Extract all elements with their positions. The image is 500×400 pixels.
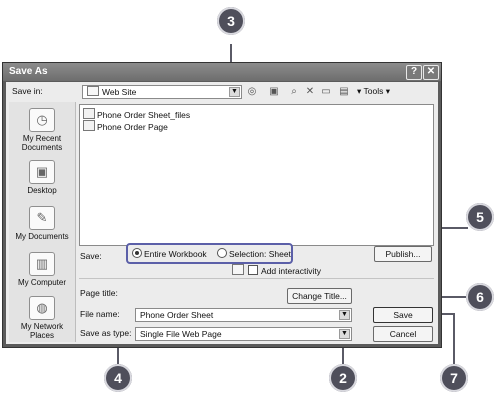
list-item[interactable]: Phone Order Sheet_files [83, 108, 190, 120]
dialog-title: Save As [3, 63, 441, 81]
save-as-type-label: Save as type: [80, 328, 132, 338]
radio-unselected-icon [217, 248, 227, 258]
chevron-down-icon[interactable]: ▼ [339, 310, 350, 320]
save-in-label: Save in: [12, 86, 43, 96]
chevron-down-icon[interactable]: ▼ [339, 329, 350, 339]
network-places-icon: ◍ [29, 296, 55, 320]
search-web-icon[interactable]: ⌕ [288, 86, 300, 97]
chevron-down-icon[interactable]: ▼ [229, 87, 240, 97]
callout-7: 7 [440, 364, 468, 392]
callout-2: 2 [329, 364, 357, 392]
checkbox-icon [248, 265, 258, 275]
radio-label: Selection: Sheet [229, 249, 291, 259]
callout-4: 4 [104, 364, 132, 392]
delete-icon[interactable]: ✕ [304, 86, 316, 97]
callout-6: 6 [466, 283, 494, 311]
folder-icon [87, 86, 99, 96]
web-preview-icon [232, 264, 244, 275]
place-my-computer[interactable]: ▥ My Computer [9, 252, 75, 287]
publish-button[interactable]: Publish... [374, 246, 432, 262]
place-label: Documents [21, 143, 63, 152]
close-button[interactable]: ✕ [423, 65, 439, 80]
folder-icon [83, 108, 95, 119]
list-item[interactable]: Phone Order Page [83, 120, 168, 132]
file-name-field[interactable]: Phone Order Sheet ▼ [135, 308, 352, 322]
place-network-places[interactable]: ◍ My Network Places [9, 296, 75, 340]
callout-3: 3 [217, 7, 245, 35]
radio-selection-sheet[interactable]: Selection: Sheet [217, 248, 291, 259]
radio-selected-icon [132, 248, 142, 258]
views-icon[interactable]: ▤ [338, 86, 350, 97]
save-button[interactable]: Save [373, 307, 433, 323]
places-bar: ◷ My Recent Documents ▣ Desktop ✎ My Doc… [9, 102, 76, 342]
save-as-dialog: Save As ? ✕ Save in: Web Site ▼ ◎ ▣ ⌕ ✕ … [2, 62, 442, 348]
place-label: My Computer [17, 278, 66, 287]
place-label: My Recent [22, 134, 62, 143]
back-icon[interactable]: ◎ [246, 86, 258, 97]
page-title-label: Page title: [80, 288, 118, 298]
radio-entire-workbook[interactable]: Entire Workbook [132, 248, 207, 259]
cancel-button[interactable]: Cancel [373, 326, 433, 342]
callout-7-leader-v [453, 313, 455, 369]
place-label: Places [29, 331, 54, 340]
change-title-button[interactable]: Change Title... [287, 288, 352, 304]
checkbox-label: Add interactivity [261, 266, 321, 276]
dialog-body: Save in: Web Site ▼ ◎ ▣ ⌕ ✕ ▭ ▤ ▾ Tools … [6, 82, 438, 344]
desktop-icon: ▣ [29, 160, 55, 184]
web-page-icon [83, 120, 95, 131]
save-in-dropdown[interactable]: Web Site ▼ [82, 85, 242, 99]
place-recent-documents[interactable]: ◷ My Recent Documents [9, 108, 75, 152]
file-name: Phone Order Page [97, 122, 168, 132]
save-in-value: Web Site [102, 87, 137, 97]
save-scope-label: Save: [80, 251, 102, 261]
place-desktop[interactable]: ▣ Desktop [9, 160, 75, 195]
place-label: My Network [20, 322, 64, 331]
my-documents-icon: ✎ [29, 206, 55, 230]
file-name-value: Phone Order Sheet [140, 310, 214, 320]
save-as-type-dropdown[interactable]: Single File Web Page ▼ [135, 327, 352, 341]
add-interactivity-checkbox[interactable]: Add interactivity [232, 264, 321, 276]
recent-documents-icon: ◷ [29, 108, 55, 132]
tools-label: Tools [363, 86, 384, 96]
place-my-documents[interactable]: ✎ My Documents [9, 206, 75, 241]
new-folder-icon[interactable]: ▭ [320, 86, 332, 97]
file-name: Phone Order Sheet_files [97, 110, 191, 120]
up-folder-icon[interactable]: ▣ [268, 86, 280, 97]
callout-5: 5 [466, 203, 494, 231]
file-list: Phone Order Sheet_files Phone Order Page [79, 104, 434, 246]
tools-menu[interactable]: ▾ Tools ▾ [357, 86, 390, 97]
divider [79, 278, 434, 279]
radio-label: Entire Workbook [144, 249, 207, 259]
file-name-label: File name: [80, 309, 120, 319]
save-as-type-value: Single File Web Page [140, 329, 222, 339]
my-computer-icon: ▥ [29, 252, 55, 276]
help-button[interactable]: ? [406, 65, 422, 80]
place-label: Desktop [27, 186, 57, 195]
place-label: My Documents [15, 232, 69, 241]
